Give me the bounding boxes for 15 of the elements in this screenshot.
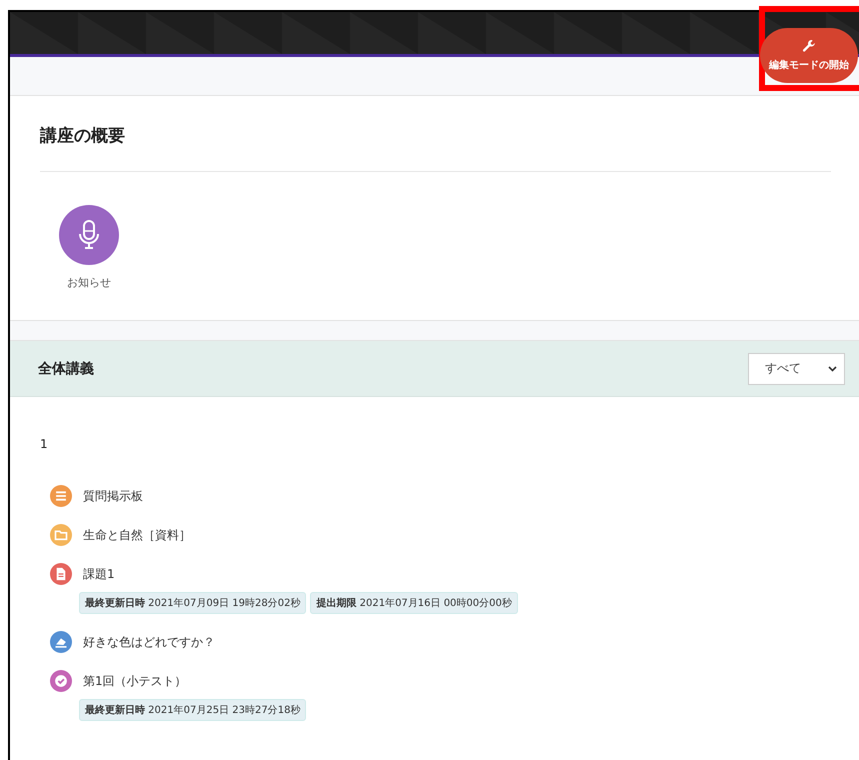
section-number: 1 [40, 437, 48, 451]
activity-link[interactable]: 生命と自然［資料］ [83, 526, 191, 544]
filter-select[interactable]: すべて [748, 352, 845, 384]
activity-link[interactable]: 質問掲示板 [83, 488, 143, 504]
date-badge: 最終更新日時 2021年07月25日 23時27分18秒 [79, 699, 306, 721]
wrench-icon [802, 39, 816, 53]
date-badge: 提出期限 2021年07月16日 00時00分00秒 [310, 592, 518, 614]
activity-link[interactable]: 好きな色はどれですか？ [83, 634, 215, 650]
course-overview-title: 講座の概要 [40, 126, 125, 146]
activity-link[interactable]: 課題1 [83, 566, 115, 582]
announcement-link[interactable]: お知らせ [67, 275, 111, 290]
date-badge: 最終更新日時 2021年07月09日 19時28分02秒 [79, 592, 306, 614]
chevron-down-icon [828, 366, 837, 372]
section-title: 全体講義 [38, 360, 94, 378]
activity-link[interactable]: 第1回（小テスト） [83, 672, 187, 690]
